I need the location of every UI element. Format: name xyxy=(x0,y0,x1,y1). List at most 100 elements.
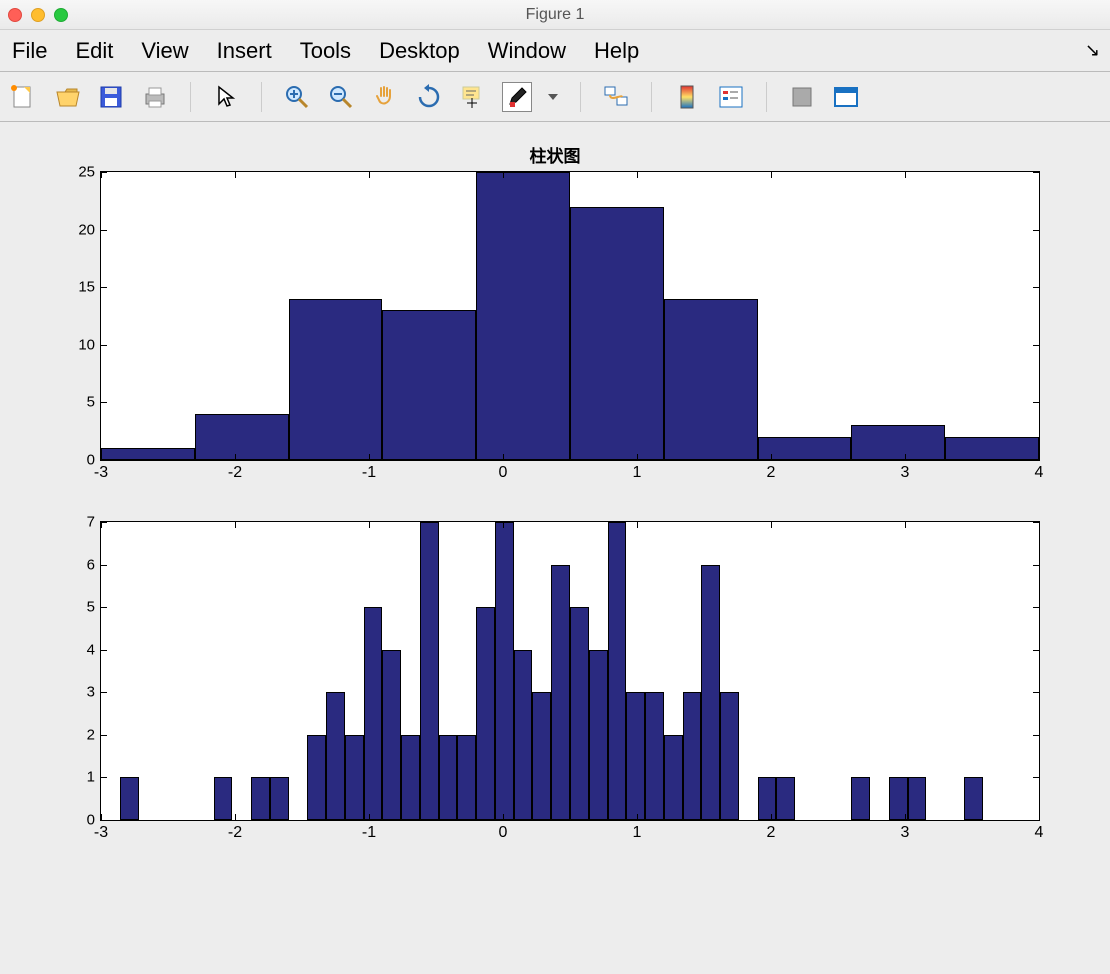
histogram-bar xyxy=(326,692,345,820)
histogram-bar xyxy=(401,735,420,820)
zoom-in-icon[interactable] xyxy=(282,82,312,112)
y-tick-label: 1 xyxy=(87,769,95,786)
histogram-bar xyxy=(720,692,739,820)
histogram-bar xyxy=(532,692,551,820)
pointer-icon[interactable] xyxy=(211,82,241,112)
histogram-bar xyxy=(945,437,1039,460)
histogram-bar xyxy=(664,299,758,460)
minimize-window-icon[interactable] xyxy=(31,8,45,22)
x-tick-label: 4 xyxy=(1035,824,1044,842)
histogram-bar xyxy=(758,777,777,820)
histogram-bar xyxy=(195,414,289,460)
maximize-window-icon[interactable] xyxy=(54,8,68,22)
x-tick-label: 2 xyxy=(767,824,776,842)
x-tick-label: -1 xyxy=(362,824,376,842)
y-tick-label: 10 xyxy=(78,336,95,353)
histogram-bar xyxy=(514,650,533,820)
histogram-bar xyxy=(570,607,589,820)
new-figure-icon[interactable] xyxy=(8,82,38,112)
brush-dropdown-icon[interactable] xyxy=(546,82,560,112)
histogram-bar xyxy=(851,777,870,820)
histogram-bar xyxy=(251,777,270,820)
menu-edit[interactable]: Edit xyxy=(75,38,113,64)
histogram-bar xyxy=(908,777,927,820)
open-icon[interactable] xyxy=(52,82,82,112)
colorbar-icon[interactable] xyxy=(672,82,702,112)
x-tick-label: 3 xyxy=(901,824,910,842)
menu-window[interactable]: Window xyxy=(488,38,566,64)
histogram-bar xyxy=(307,735,326,820)
close-window-icon[interactable] xyxy=(8,8,22,22)
x-tick-label: 0 xyxy=(499,824,508,842)
y-tick-label: 20 xyxy=(78,221,95,238)
histogram-bar xyxy=(701,565,720,820)
rotate-icon[interactable] xyxy=(414,82,444,112)
pan-icon[interactable] xyxy=(370,82,400,112)
histogram-bar xyxy=(476,172,570,460)
histogram-bar xyxy=(851,425,945,460)
legend-icon[interactable] xyxy=(716,82,746,112)
histogram-bar xyxy=(776,777,795,820)
x-tick-label: -1 xyxy=(362,464,376,482)
y-tick-label: 5 xyxy=(87,599,95,616)
histogram-bar xyxy=(683,692,702,820)
histogram-bar xyxy=(214,777,233,820)
histogram-bar xyxy=(551,565,570,820)
y-tick-label: 7 xyxy=(87,514,95,531)
histogram-bar xyxy=(439,735,458,820)
window-controls xyxy=(8,8,68,22)
histogram-bar xyxy=(645,692,664,820)
y-tick-label: 6 xyxy=(87,556,95,573)
y-tick-label: 5 xyxy=(87,394,95,411)
histogram-bar xyxy=(964,777,983,820)
menu-file[interactable]: File xyxy=(12,38,47,64)
y-tick-label: 2 xyxy=(87,726,95,743)
y-tick-label: 15 xyxy=(78,279,95,296)
titlebar: Figure 1 xyxy=(0,0,1110,30)
x-tick-label: 3 xyxy=(901,464,910,482)
x-tick-label: -2 xyxy=(228,464,242,482)
x-tick-label: 0 xyxy=(499,464,508,482)
brush-icon[interactable] xyxy=(502,82,532,112)
chart-1-title: 柱状图 xyxy=(40,142,1070,167)
histogram-bar xyxy=(382,310,476,460)
histogram-bar xyxy=(289,299,383,460)
histogram-bar xyxy=(457,735,476,820)
histogram-bar xyxy=(589,650,608,820)
histogram-bar xyxy=(345,735,364,820)
y-tick-label: 4 xyxy=(87,641,95,658)
menu-tools[interactable]: Tools xyxy=(300,38,351,64)
histogram-bar xyxy=(664,735,683,820)
histogram-bar xyxy=(120,777,139,820)
x-tick-label: 1 xyxy=(633,464,642,482)
histogram-bar xyxy=(626,692,645,820)
chart-1-container: 柱状图 0510152025-3-2-101234 xyxy=(40,142,1070,461)
plot-area: 柱状图 0510152025-3-2-101234 01234567-3-2-1… xyxy=(0,122,1110,841)
histogram-bar xyxy=(495,522,514,820)
menu-insert[interactable]: Insert xyxy=(217,38,272,64)
menu-desktop[interactable]: Desktop xyxy=(379,38,460,64)
histogram-bar xyxy=(570,207,664,460)
y-tick-label: 3 xyxy=(87,684,95,701)
chart-1-axes[interactable]: 0510152025-3-2-101234 xyxy=(100,171,1040,461)
link-plot-icon[interactable] xyxy=(601,82,631,112)
x-tick-label: -3 xyxy=(94,464,108,482)
menu-help[interactable]: Help xyxy=(594,38,639,64)
y-tick-label: 25 xyxy=(78,164,95,181)
dock-icon[interactable] xyxy=(831,82,861,112)
toolbar xyxy=(0,72,1110,122)
x-tick-label: -2 xyxy=(228,824,242,842)
menu-view[interactable]: View xyxy=(141,38,188,64)
print-icon[interactable] xyxy=(140,82,170,112)
chart-2-axes[interactable]: 01234567-3-2-101234 xyxy=(100,521,1040,821)
histogram-bar xyxy=(270,777,289,820)
x-tick-label: 4 xyxy=(1035,464,1044,482)
save-icon[interactable] xyxy=(96,82,126,112)
menubar: File Edit View Insert Tools Desktop Wind… xyxy=(0,30,1110,72)
menu-overflow-icon[interactable]: ↘ xyxy=(1085,40,1100,61)
hide-tools-icon[interactable] xyxy=(787,82,817,112)
histogram-bar xyxy=(364,607,383,820)
data-cursor-icon[interactable] xyxy=(458,82,488,112)
zoom-out-icon[interactable] xyxy=(326,82,356,112)
x-tick-label: 2 xyxy=(767,464,776,482)
